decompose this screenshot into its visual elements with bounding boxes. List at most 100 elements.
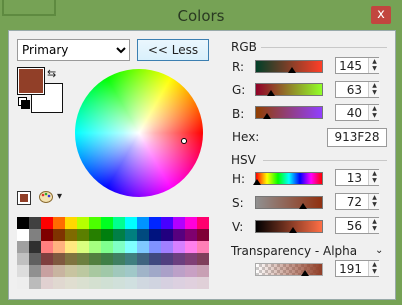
palette-swatch[interactable] — [161, 265, 173, 277]
primary-color-swatch[interactable] — [17, 67, 45, 95]
palette-swatch[interactable] — [113, 241, 125, 253]
palette-swatch[interactable] — [53, 277, 65, 289]
palette-swatch[interactable] — [65, 277, 77, 289]
palette-swatch[interactable] — [173, 253, 185, 265]
palette-swatch[interactable] — [173, 241, 185, 253]
palette-swatch[interactable] — [53, 253, 65, 265]
palette-swatch[interactable] — [173, 265, 185, 277]
palette-swatch[interactable] — [125, 217, 137, 229]
palette-swatch[interactable] — [161, 217, 173, 229]
palette-swatch[interactable] — [161, 241, 173, 253]
palette-swatch[interactable] — [101, 217, 113, 229]
palette-swatch[interactable] — [77, 265, 89, 277]
palette-swatch[interactable] — [89, 265, 101, 277]
palette-swatch[interactable] — [101, 277, 113, 289]
palette-swatch[interactable] — [173, 229, 185, 241]
close-button[interactable]: x — [371, 6, 391, 24]
palette-swatch[interactable] — [17, 277, 29, 289]
palette-swatch[interactable] — [89, 229, 101, 241]
palette-swatch[interactable] — [149, 217, 161, 229]
hue-spinner[interactable]: ▲ ▼ — [368, 170, 380, 185]
add-to-palette-icon[interactable] — [17, 191, 31, 205]
palette-swatch[interactable] — [185, 241, 197, 253]
palette-swatch[interactable] — [185, 229, 197, 241]
alpha-slider[interactable] — [255, 263, 323, 276]
palette-swatch[interactable] — [125, 229, 137, 241]
palette-swatch[interactable] — [77, 241, 89, 253]
palette-swatch[interactable] — [89, 241, 101, 253]
palette-swatch[interactable] — [53, 229, 65, 241]
palette-swatch[interactable] — [137, 253, 149, 265]
palette-swatch[interactable] — [173, 217, 185, 229]
palette-swatch[interactable] — [29, 229, 41, 241]
palette-swatch[interactable] — [17, 253, 29, 265]
palette-swatch[interactable] — [125, 277, 137, 289]
palette-swatch[interactable] — [113, 265, 125, 277]
palette-swatch[interactable] — [65, 217, 77, 229]
hex-value-field[interactable]: 913F28 — [327, 128, 387, 147]
palette-swatch[interactable] — [149, 253, 161, 265]
saturation-slider-thumb[interactable] — [299, 203, 307, 209]
palette-swatch[interactable] — [137, 265, 149, 277]
palette-swatch[interactable] — [53, 265, 65, 277]
palette-swatch[interactable] — [17, 229, 29, 241]
color-wheel[interactable] — [75, 69, 203, 197]
palette-swatch[interactable] — [41, 229, 53, 241]
palette-swatch[interactable] — [89, 217, 101, 229]
green-slider[interactable] — [255, 83, 323, 96]
palette-swatch[interactable] — [125, 253, 137, 265]
palette-swatch[interactable] — [29, 241, 41, 253]
palette-swatch[interactable] — [41, 265, 53, 277]
palette-swatch[interactable] — [65, 229, 77, 241]
saturation-slider[interactable] — [255, 196, 323, 209]
palette-swatch[interactable] — [173, 277, 185, 289]
blue-spinner[interactable]: ▲ ▼ — [368, 105, 380, 120]
palette-swatch[interactable] — [65, 241, 77, 253]
palette-swatch[interactable] — [185, 253, 197, 265]
green-slider-thumb[interactable] — [267, 90, 275, 96]
palette-swatch[interactable] — [113, 253, 125, 265]
palette-swatch[interactable] — [41, 217, 53, 229]
palette-swatch[interactable] — [149, 265, 161, 277]
palette-swatch[interactable] — [197, 277, 209, 289]
palette-swatch[interactable] — [149, 277, 161, 289]
red-spinner[interactable]: ▲ ▼ — [368, 58, 380, 73]
palette-swatch[interactable] — [53, 241, 65, 253]
palette-swatch[interactable] — [53, 217, 65, 229]
palette-swatch[interactable] — [197, 253, 209, 265]
palette-swatch[interactable] — [65, 265, 77, 277]
alpha-spinner[interactable]: ▲ ▼ — [368, 261, 380, 276]
palette-swatch[interactable] — [17, 217, 29, 229]
palette-swatch[interactable] — [185, 277, 197, 289]
palette-swatch[interactable] — [29, 217, 41, 229]
palette-swatch[interactable] — [149, 229, 161, 241]
red-slider-thumb[interactable] — [288, 67, 296, 73]
palette-swatch[interactable] — [161, 277, 173, 289]
palette-swatch[interactable] — [113, 217, 125, 229]
palette-swatch[interactable] — [137, 277, 149, 289]
alpha-slider-thumb[interactable] — [301, 270, 309, 276]
palette-swatch[interactable] — [17, 241, 29, 253]
palette-swatch[interactable] — [41, 253, 53, 265]
palette-swatch[interactable] — [197, 229, 209, 241]
title-bar[interactable]: Colors x — [0, 0, 402, 32]
palette-swatch[interactable] — [41, 277, 53, 289]
palette-menu-icon[interactable] — [39, 191, 53, 203]
saturation-spinner[interactable]: ▲ ▼ — [368, 194, 380, 209]
hue-slider-thumb[interactable] — [253, 179, 261, 185]
palette-swatch[interactable] — [77, 253, 89, 265]
palette-swatch[interactable] — [113, 277, 125, 289]
palette-swatch[interactable] — [113, 229, 125, 241]
palette-swatch[interactable] — [101, 265, 113, 277]
palette-swatch[interactable] — [17, 265, 29, 277]
palette-swatch[interactable] — [89, 253, 101, 265]
palette-swatch[interactable] — [137, 229, 149, 241]
palette-swatch[interactable] — [29, 277, 41, 289]
palette-swatch[interactable] — [161, 229, 173, 241]
less-button[interactable]: << Less — [137, 39, 209, 61]
palette-swatch[interactable] — [29, 265, 41, 277]
color-mode-select[interactable]: Primary — [17, 39, 130, 61]
palette-swatch[interactable] — [125, 265, 137, 277]
palette-swatch[interactable] — [101, 241, 113, 253]
palette-swatch[interactable] — [65, 253, 77, 265]
